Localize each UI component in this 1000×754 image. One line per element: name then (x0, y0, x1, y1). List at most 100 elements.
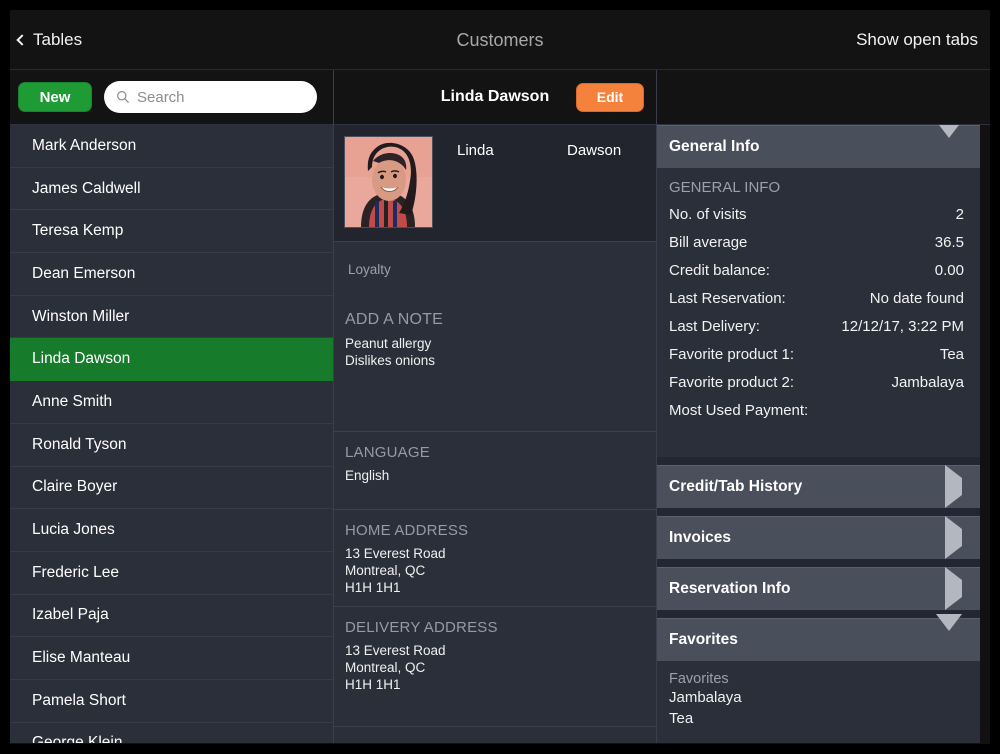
section-header-general-info[interactable]: General Info (657, 125, 980, 168)
back-to-tables-button[interactable]: Tables (18, 10, 82, 70)
general-info-row: Bill average 36.5 (657, 228, 980, 256)
search-icon (116, 90, 130, 104)
triangle-right-icon (945, 529, 962, 547)
list-item[interactable]: Izabel Paja (10, 595, 333, 638)
delivery-address-value: 13 Everest Road Montreal, QC H1H 1H1 (345, 642, 656, 693)
customer-list-panel: New Search Mark AndersonJames CaldwellTe… (10, 70, 333, 743)
list-item[interactable]: Teresa Kemp (10, 210, 333, 253)
general-info-label: No. of visits (669, 206, 747, 223)
info-sections-panel: General Info GENERAL INFO No. of visits2… (657, 70, 990, 743)
section-body-general-info: GENERAL INFO No. of visits2 Bill average 3… (657, 168, 980, 457)
detail-body: Linda Dawson Loyalty ADD A NOTE Peanut a… (334, 125, 656, 743)
new-customer-button[interactable]: New (18, 82, 92, 112)
list-item[interactable]: Winston Miller (10, 296, 333, 339)
list-item[interactable]: George Klein (10, 723, 333, 743)
accordion-container: General Info GENERAL INFO No. of visits2… (657, 125, 990, 743)
list-item[interactable]: Lucia Jones (10, 509, 333, 552)
general-info-row: Most Used Payment: (657, 396, 980, 424)
triangle-down-icon (936, 138, 962, 156)
favorites-list: JambalayaTea (669, 687, 980, 729)
first-name-field[interactable]: Linda (457, 142, 567, 159)
list-item[interactable]: Elise Manteau (10, 637, 333, 680)
section-title-reservation-info: Reservation Info (669, 580, 790, 598)
list-item[interactable]: Frederic Lee (10, 552, 333, 595)
general-info-label: Favorite product 1: (669, 346, 794, 363)
general-info-label: Bill average (669, 234, 747, 251)
list-item[interactable]: Anne Smith (10, 381, 333, 424)
general-info-row: No. of visits2 (657, 200, 980, 228)
delivery-address-line-1: 13 Everest Road (345, 642, 656, 659)
avatar[interactable] (344, 136, 433, 228)
general-info-value: 36.5 (935, 234, 964, 251)
home-address-line-2: Montreal, QC (345, 562, 656, 579)
edit-button[interactable]: Edit (576, 83, 644, 112)
section-divider (657, 457, 980, 465)
show-open-tabs-button[interactable]: Show open tabs (856, 10, 978, 70)
section-title-credit-tab-history: Credit/Tab History (669, 478, 802, 496)
language-section[interactable]: LANGUAGE English (334, 432, 656, 510)
columns-container: New Search Mark AndersonJames CaldwellTe… (10, 70, 990, 743)
section-header-favorites[interactable]: Favorites (657, 618, 980, 661)
customer-detail-panel: Linda Dawson Edit (333, 70, 657, 743)
home-address-caption: HOME ADDRESS (345, 522, 656, 539)
general-info-caption: GENERAL INFO (657, 168, 980, 200)
back-button-label: Tables (33, 30, 82, 50)
detail-customer-name: Linda Dawson (441, 88, 549, 106)
loyalty-section[interactable]: Loyalty (334, 241, 656, 297)
delivery-address-section[interactable]: DELIVERY ADDRESS 13 Everest Road Montrea… (334, 607, 656, 727)
list-item[interactable]: Ronald Tyson (10, 424, 333, 467)
list-item[interactable]: James Caldwell (10, 168, 333, 211)
favorites-caption: Favorites (669, 671, 980, 687)
language-value: English (345, 467, 656, 484)
home-address-value: 13 Everest Road Montreal, QC H1H 1H1 (345, 545, 656, 596)
last-name-field[interactable]: Dawson (567, 142, 621, 159)
general-info-value: 0.00 (935, 262, 964, 279)
note-body: Peanut allergy Dislikes onions (345, 335, 656, 369)
home-address-section[interactable]: HOME ADDRESS 13 Everest Road Montreal, Q… (334, 510, 656, 607)
triangle-right-icon (945, 478, 962, 496)
section-divider (657, 610, 980, 618)
list-item[interactable]: Mark Anderson (10, 125, 333, 168)
general-info-row: Last Reservation:No date found (657, 284, 980, 312)
language-caption: LANGUAGE (345, 444, 656, 461)
general-info-value: Tea (940, 346, 964, 363)
triangle-down-icon (936, 631, 962, 649)
section-body-favorites: Favorites JambalayaTea (657, 661, 980, 743)
triangle-right-icon (945, 580, 962, 598)
section-title-favorites: Favorites (669, 631, 738, 649)
general-info-label: Last Delivery: (669, 318, 760, 335)
general-info-rows: No. of visits2Bill average36.5Credit bal… (657, 200, 980, 424)
favorite-item: Jambalaya (669, 687, 980, 708)
note-line-1: Peanut allergy (345, 335, 656, 352)
delivery-address-caption: DELIVERY ADDRESS (345, 619, 656, 636)
general-info-value: No date found (870, 290, 964, 307)
title-bar: Tables Customers Show open tabs (10, 10, 990, 70)
search-input[interactable]: Search (104, 81, 317, 113)
delivery-address-line-3: H1H 1H1 (345, 676, 656, 693)
list-item[interactable]: Dean Emerson (10, 253, 333, 296)
list-item[interactable]: Pamela Short (10, 680, 333, 723)
vertical-scrollbar[interactable] (980, 125, 990, 743)
search-placeholder: Search (137, 89, 185, 106)
detail-toolbar: Linda Dawson Edit (334, 70, 656, 125)
section-title-invoices: Invoices (669, 529, 731, 547)
general-info-value: Jambalaya (891, 374, 964, 391)
general-info-label: Most Used Payment: (669, 402, 808, 419)
delivery-address-line-2: Montreal, QC (345, 659, 656, 676)
home-address-line-1: 13 Everest Road (345, 545, 656, 562)
customer-list[interactable]: Mark AndersonJames CaldwellTeresa KempDe… (10, 125, 333, 743)
section-header-invoices[interactable]: Invoices (657, 516, 980, 559)
note-section[interactable]: ADD A NOTE Peanut allergy Dislikes onion… (334, 297, 656, 432)
avatar-name-section: Linda Dawson (334, 125, 656, 241)
list-item[interactable]: Claire Boyer (10, 467, 333, 510)
general-info-row: Favorite product 2: Jambalaya (657, 368, 980, 396)
section-title-general-info: General Info (669, 138, 759, 156)
general-info-label: Favorite product 2: (669, 374, 794, 391)
general-info-value: 12/12/17, 3:22 PM (841, 318, 964, 335)
list-item[interactable]: Linda Dawson (10, 338, 333, 381)
info-toolbar (657, 70, 990, 125)
app-window: Tables Customers Show open tabs New Sear… (10, 10, 990, 744)
section-header-credit-tab-history[interactable]: Credit/Tab History (657, 465, 980, 508)
section-divider (657, 559, 980, 567)
section-header-reservation-info[interactable]: Reservation Info (657, 567, 980, 610)
